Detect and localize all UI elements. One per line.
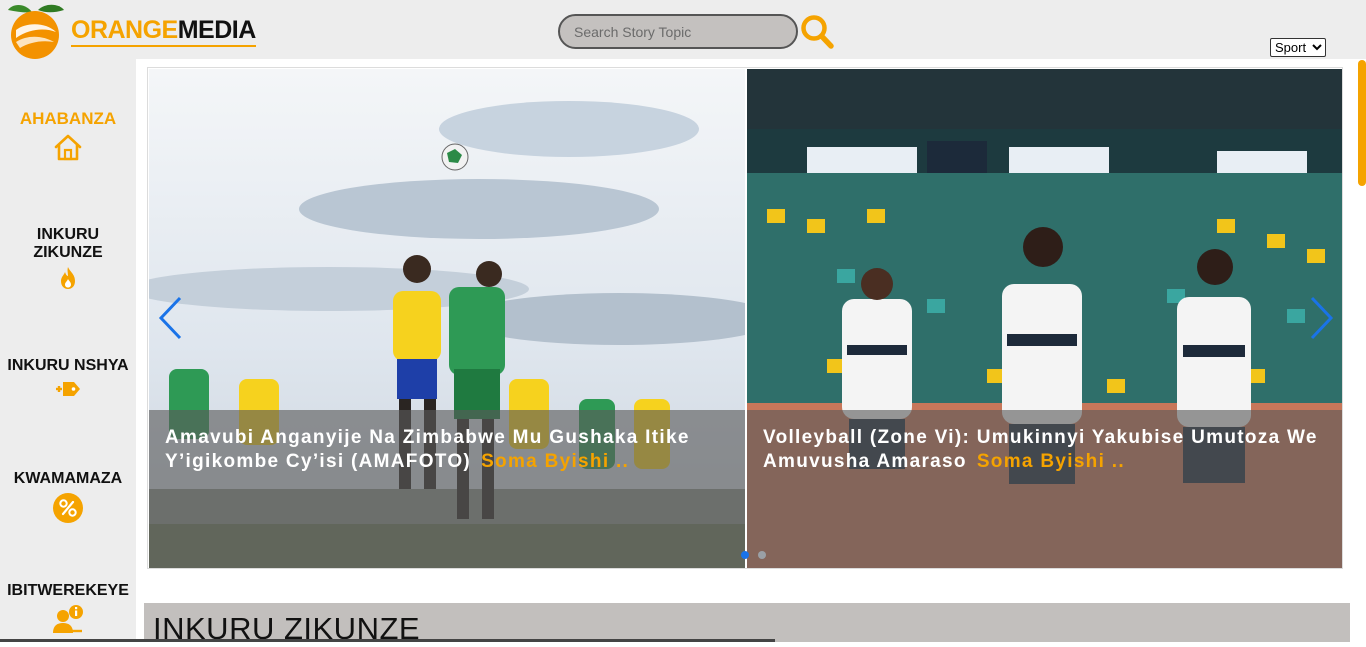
carousel-next-arrow-icon[interactable] (1306, 295, 1336, 341)
sidebar-item-label: INKURU NSHYA (7, 357, 129, 374)
sidebar-item-kwamamaza[interactable]: KWAMAMAZA (0, 470, 136, 524)
search-icon[interactable] (800, 14, 834, 50)
sidebar-item-inkuru-nshya[interactable]: INKURU NSHYA (0, 357, 136, 399)
news-carousel: Amavubi Anganyije Na Zimbabwe Mu Gushaka… (147, 67, 1343, 569)
scrollbar-thumb[interactable] (1358, 60, 1366, 186)
category-select[interactable]: Sport (1270, 38, 1326, 57)
home-icon (54, 134, 82, 161)
sidebar: AHABANZA INKURU ZIKUNZE INKURU NSHYA KWA… (0, 59, 136, 642)
search-box (558, 14, 798, 49)
read-more-link[interactable]: Soma Byishi .. (977, 451, 1125, 472)
carousel-prev-arrow-icon[interactable] (156, 295, 186, 341)
sidebar-item-inkuru-zikunze[interactable]: INKURU ZIKUNZE (0, 226, 136, 290)
sidebar-item-ahabanza[interactable]: AHABANZA (0, 110, 136, 162)
orange-logo-icon[interactable] (2, 0, 68, 60)
carousel-dot-active[interactable] (741, 551, 749, 559)
megaphone-icon (53, 493, 83, 523)
new-tag-icon (56, 382, 80, 396)
brand-title[interactable]: ORANGEMEDIA (71, 15, 256, 47)
carousel-slide[interactable]: Volleyball (Zone Vi): Umukinnyi Yakubise… (747, 69, 1342, 568)
sidebar-item-ibitwerekeye[interactable]: IBITWEREKEYE (0, 582, 136, 634)
slide-caption: Volleyball (Zone Vi): Umukinnyi Yakubise… (747, 410, 1342, 568)
carousel-dot[interactable] (758, 551, 766, 559)
brand-orange: ORANGE (71, 16, 178, 44)
carousel-slide[interactable]: Amavubi Anganyije Na Zimbabwe Mu Gushaka… (149, 69, 745, 568)
read-more-link[interactable]: Soma Byishi .. (481, 451, 629, 472)
about-user-icon (53, 605, 83, 633)
sidebar-item-label: IBITWEREKEYE (7, 582, 129, 599)
slide-title[interactable]: Amavubi Anganyije Na Zimbabwe Mu Gushaka… (165, 426, 729, 474)
slide-title[interactable]: Volleyball (Zone Vi): Umukinnyi Yakubise… (763, 426, 1327, 474)
sidebar-item-label: KWAMAMAZA (13, 470, 123, 487)
section-header: INKURU ZIKUNZE (144, 603, 1350, 646)
fire-icon (61, 267, 75, 289)
brand-media: MEDIA (177, 16, 257, 44)
sidebar-item-label: INKURU ZIKUNZE (33, 226, 103, 261)
sidebar-item-label: AHABANZA (19, 109, 117, 128)
slide-caption: Amavubi Anganyije Na Zimbabwe Mu Gushaka… (149, 410, 745, 568)
search-input[interactable] (574, 23, 784, 41)
top-header: ORANGEMEDIA Sport (0, 0, 1366, 59)
